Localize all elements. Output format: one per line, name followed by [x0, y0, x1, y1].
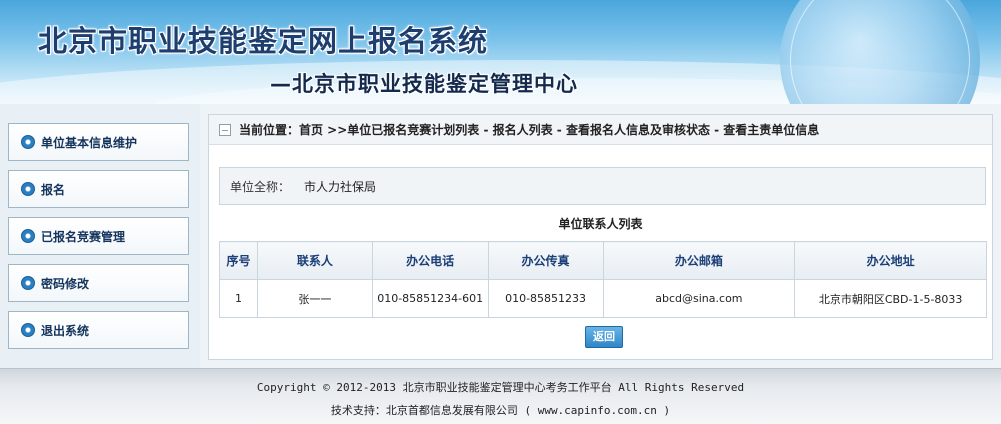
collapse-icon[interactable] — [219, 123, 231, 136]
sidebar-item-logout[interactable]: 退出系统 — [8, 311, 189, 349]
breadcrumb-text: 当前位置：首页 >>单位已报名竞赛计划列表 - 报名人列表 - 查看报名人信息及… — [239, 123, 820, 137]
sidebar-item-label: 退出系统 — [41, 323, 90, 338]
unit-info-box: 单位全称： 市人力社保局 — [219, 167, 986, 205]
sidebar: 单位基本信息维护 报名 已报名竞赛管理 密码修改 退出系统 — [0, 104, 200, 368]
sidebar-item-password[interactable]: 密码修改 — [8, 264, 189, 302]
cell-phone: 010-85851234-601 — [371, 279, 489, 318]
radio-bullet-icon — [21, 229, 35, 243]
tech-support-text: 技术支持：北京首都信息发展有限公司 ( www.capinfo.com.cn ) — [330, 404, 671, 417]
unit-name-label: 单位全称： — [230, 179, 291, 194]
radio-bullet-icon — [21, 182, 35, 196]
page-header: 北京市职业技能鉴定网上报名系统 —北京市职业技能鉴定管理中心 — [0, 0, 1001, 104]
contacts-table-title: 单位联系人列表 — [558, 217, 643, 231]
sidebar-item-label: 单位基本信息维护 — [41, 135, 138, 150]
column-header-fax: 办公传真 — [487, 241, 604, 280]
sidebar-item-unit-info[interactable]: 单位基本信息维护 — [8, 123, 189, 161]
back-button[interactable]: 返回 — [585, 326, 623, 348]
main-panel: 当前位置：首页 >>单位已报名竞赛计划列表 - 报名人列表 - 查看报名人信息及… — [208, 114, 993, 360]
sidebar-item-register[interactable]: 报名 — [8, 170, 189, 208]
sidebar-item-label: 密码修改 — [41, 276, 90, 291]
column-header-contact: 联系人 — [256, 241, 373, 280]
radio-bullet-icon — [21, 323, 35, 337]
sidebar-item-label: 已报名竞赛管理 — [41, 229, 126, 244]
page-footer: Copyright © 2012-2013 北京市职业技能鉴定管理中心考务工作平… — [0, 368, 1001, 424]
site-subtitle: —北京市职业技能鉴定管理中心 — [270, 72, 578, 96]
cell-email: abcd@sina.com — [602, 279, 796, 318]
breadcrumb: 当前位置：首页 >>单位已报名竞赛计划列表 - 报名人列表 - 查看报名人信息及… — [209, 115, 992, 145]
copyright-text: Copyright © 2012-2013 北京市职业技能鉴定管理中心考务工作平… — [256, 381, 745, 394]
cell-contact: 张一一 — [256, 279, 373, 318]
unit-name-value: 市人力社保局 — [304, 179, 377, 194]
site-title: 北京市职业技能鉴定网上报名系统 — [38, 24, 489, 58]
sidebar-item-competition-manage[interactable]: 已报名竞赛管理 — [8, 217, 189, 255]
contacts-table: 序号 联系人 办公电话 办公传真 办公邮箱 办公地址 1 张一一 010-858… — [219, 241, 987, 318]
table-row: 1 张一一 010-85851234-601 010-85851233 abcd… — [219, 279, 987, 318]
sidebar-item-label: 报名 — [41, 182, 66, 197]
column-header-index: 序号 — [219, 241, 258, 280]
radio-bullet-icon — [21, 135, 35, 149]
table-header-row: 序号 联系人 办公电话 办公传真 办公邮箱 办公地址 — [219, 241, 987, 280]
globe-outline — [790, 0, 970, 104]
column-header-phone: 办公电话 — [371, 241, 489, 280]
radio-bullet-icon — [21, 276, 35, 290]
cell-fax: 010-85851233 — [487, 279, 604, 318]
column-header-address: 办公地址 — [794, 241, 987, 280]
column-header-email: 办公邮箱 — [602, 241, 796, 280]
cell-address: 北京市朝阳区CBD-1-5-8033 — [794, 279, 987, 318]
cell-index: 1 — [219, 279, 258, 318]
